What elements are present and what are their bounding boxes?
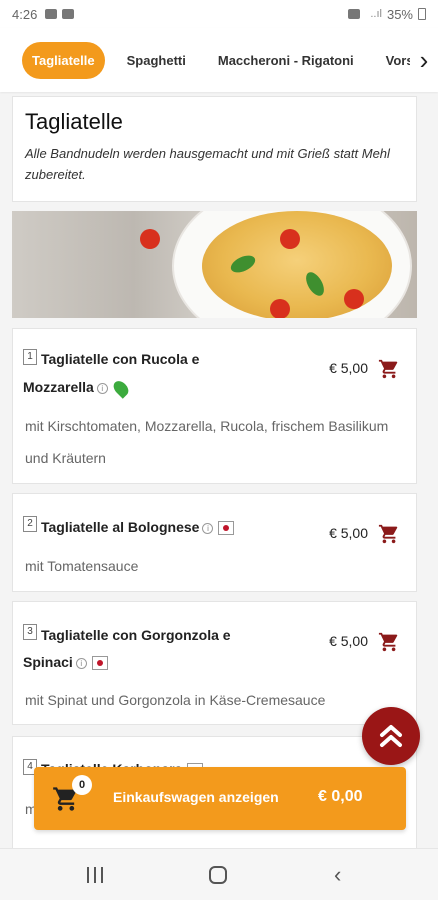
tomato-decoration bbox=[344, 289, 364, 309]
item-price: € 5,00 bbox=[329, 360, 368, 376]
item-name-line: Tagliatelle al Bolognese bbox=[41, 519, 200, 535]
chevron-right-icon[interactable]: › bbox=[410, 40, 438, 80]
item-name-line2-wrap: Spinaci i bbox=[23, 649, 108, 676]
menu-item-card[interactable]: 1 Tagliatelle con Rucola e Mozzarella i €… bbox=[12, 328, 417, 484]
info-icon[interactable]: i bbox=[202, 522, 214, 534]
signal-icon: ..ıl bbox=[370, 8, 382, 20]
add-to-cart-icon[interactable] bbox=[378, 523, 400, 545]
item-number: 1 bbox=[23, 349, 37, 365]
cart-total: € 0,00 bbox=[318, 788, 363, 805]
section-hero-image bbox=[12, 211, 417, 318]
tab-tagliatelle[interactable]: Tagliatelle bbox=[22, 41, 105, 79]
home-icon[interactable] bbox=[209, 866, 227, 884]
item-name-line: Tagliatelle con Rucola e bbox=[41, 351, 200, 367]
add-to-cart-icon[interactable] bbox=[378, 358, 400, 380]
section-description: Alle Bandnudeln werden hausgemacht und m… bbox=[25, 146, 390, 182]
mute-icon bbox=[348, 9, 361, 19]
section-title: Tagliatelle bbox=[25, 109, 123, 134]
item-description: und Kräutern bbox=[25, 450, 106, 466]
battery-icon bbox=[418, 8, 426, 20]
item-number: 2 bbox=[23, 516, 37, 532]
section-header-card: Tagliatelle Alle Bandnudeln werden hausg… bbox=[12, 96, 417, 202]
tab-maccheroni-rigatoni[interactable]: Maccheroni - Rigatoni bbox=[218, 53, 354, 68]
item-description: mit Kirschtomaten, Mozzarella, Rucola, f… bbox=[25, 418, 389, 434]
item-name-line2-wrap: Mozzarella i bbox=[23, 374, 132, 401]
recent-apps-icon[interactable] bbox=[87, 867, 103, 883]
menu-item-card[interactable]: 3 Tagliatelle con Gorgonzola e Spinaci i … bbox=[12, 601, 417, 725]
add-to-cart-icon[interactable] bbox=[378, 631, 400, 653]
cart-count-badge: 0 bbox=[72, 775, 92, 795]
japan-flag-icon bbox=[218, 521, 235, 536]
item-description: mit Spinat und Gorgonzola in Käse-Cremes… bbox=[25, 692, 326, 708]
view-cart-button[interactable]: 0 Einkaufswagen anzeigen € 0,00 bbox=[34, 767, 406, 830]
item-description: mit Tomatensauce bbox=[25, 558, 139, 574]
cart-label: Einkaufswagen anzeigen bbox=[113, 789, 279, 805]
gallery-notification-icon bbox=[45, 9, 58, 19]
status-time: 4:26 bbox=[12, 6, 38, 22]
tab-spaghetti[interactable]: Spaghetti bbox=[127, 53, 186, 68]
item-name-line: Mozzarella bbox=[23, 379, 94, 395]
tomato-decoration bbox=[270, 299, 290, 318]
tomato-decoration bbox=[140, 229, 160, 249]
system-navigation-bar: ‹ bbox=[0, 848, 438, 900]
menu-item-card[interactable]: 2 Tagliatelle al Bolognese i € 5,00 mit T… bbox=[12, 493, 417, 592]
status-bar: 4:26 ..ıl 35% bbox=[0, 0, 438, 28]
battery-percent: 35% bbox=[386, 6, 413, 22]
item-name-line: Spinaci bbox=[23, 654, 73, 670]
item-price: € 5,00 bbox=[329, 633, 368, 649]
item-number: 3 bbox=[23, 624, 37, 640]
tomato-decoration bbox=[280, 229, 300, 249]
info-icon[interactable]: i bbox=[75, 657, 87, 669]
japan-flag-icon bbox=[91, 656, 108, 671]
scroll-to-top-button[interactable] bbox=[362, 707, 420, 765]
category-tabs: Tagliatelle Spaghetti Maccheroni - Rigat… bbox=[0, 28, 438, 92]
vegetarian-leaf-icon bbox=[110, 378, 132, 399]
item-name-wrap: Tagliatelle al Bolognese i bbox=[41, 514, 235, 541]
item-name-line: Tagliatelle con Gorgonzola e bbox=[41, 627, 231, 643]
youtube-notification-icon bbox=[62, 9, 75, 19]
info-icon[interactable]: i bbox=[96, 382, 108, 394]
back-icon[interactable]: ‹ bbox=[334, 862, 341, 888]
double-chevron-up-icon bbox=[380, 725, 402, 747]
item-price: € 5,00 bbox=[329, 525, 368, 541]
